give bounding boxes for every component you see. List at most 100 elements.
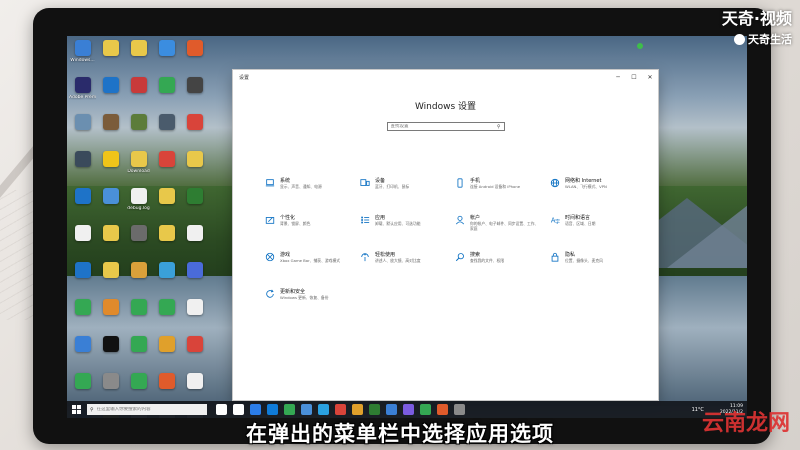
- desktop-icon[interactable]: [181, 151, 208, 188]
- settings-category-phone[interactable]: 手机 连接 Android 设备和 iPhone: [455, 178, 550, 215]
- desktop-icon[interactable]: [69, 262, 96, 299]
- taskbar-app-icon[interactable]: [386, 404, 397, 415]
- desktop-icon[interactable]: [181, 114, 208, 151]
- app-icon: [102, 336, 119, 352]
- settings-category-update[interactable]: 更新和安全 Windows 更新、恢复、备份: [265, 289, 360, 326]
- desktop-icon[interactable]: [69, 114, 96, 151]
- desktop-icon[interactable]: [69, 225, 96, 262]
- taskbar-app-icon[interactable]: [301, 404, 312, 415]
- desktop-icon[interactable]: [69, 151, 96, 188]
- desktop-icon[interactable]: [97, 114, 124, 151]
- desktop-icon[interactable]: [153, 225, 180, 262]
- taskbar-search-input[interactable]: [96, 407, 197, 412]
- desktop-icon[interactable]: [181, 299, 208, 336]
- desktop-icon[interactable]: [69, 188, 96, 225]
- app-icon: [130, 77, 147, 93]
- desktop-icon[interactable]: [125, 336, 152, 373]
- desktop-icon[interactable]: Adobe Premie...: [69, 77, 96, 114]
- settings-category-paintbrush[interactable]: 个性化 背景、锁屏、颜色: [265, 215, 360, 252]
- settings-category-search[interactable]: 搜索 查找我的文件、权限: [455, 252, 550, 289]
- app-icon: [186, 373, 203, 389]
- settings-category-globe[interactable]: 网络和 Internet WLAN、飞行模式、VPN: [550, 178, 645, 215]
- app-icon: [102, 77, 119, 93]
- settings-search-box[interactable]: ⚲: [386, 122, 505, 131]
- taskbar-app-icon[interactable]: [335, 404, 346, 415]
- taskbar-app-icon[interactable]: [250, 404, 261, 415]
- desktop-icon[interactable]: [153, 262, 180, 299]
- app-icon: [130, 299, 147, 315]
- desktop-icon[interactable]: [97, 40, 124, 77]
- desktop-icon[interactable]: [125, 299, 152, 336]
- taskbar-app-icon[interactable]: [233, 404, 244, 415]
- desktop-icon[interactable]: debug.log: [125, 188, 152, 225]
- window-title: 设置: [239, 74, 250, 81]
- desktop-icon[interactable]: [125, 225, 152, 262]
- desktop-icon[interactable]: [125, 114, 152, 151]
- desktop-icon[interactable]: [97, 77, 124, 114]
- settings-category-apps-list[interactable]: 应用 卸载、默认应用、可选功能: [360, 215, 455, 252]
- maximize-button[interactable]: ☐: [626, 70, 642, 84]
- desktop-icon[interactable]: Windows...: [69, 40, 96, 77]
- taskbar-app-icon[interactable]: [284, 404, 295, 415]
- desktop-icon[interactable]: [153, 40, 180, 77]
- taskbar-app-icon[interactable]: [437, 404, 448, 415]
- desktop-icon[interactable]: [97, 336, 124, 373]
- desktop-icon[interactable]: [153, 151, 180, 188]
- settings-category-person[interactable]: 帐户 你的帐户、电子邮件、同步设置、工作、家庭: [455, 215, 550, 252]
- desktop-icon[interactable]: Download: [125, 151, 152, 188]
- app-icon: [186, 114, 203, 130]
- minimize-button[interactable]: ─: [610, 70, 626, 84]
- devices-icon: [360, 178, 370, 188]
- desktop-icon[interactable]: [153, 77, 180, 114]
- app-icon: [102, 225, 119, 241]
- settings-category-laptop[interactable]: 系统 显示、声音、通知、电源: [265, 178, 360, 215]
- desktop-icon[interactable]: [97, 262, 124, 299]
- settings-category-devices[interactable]: 设备 蓝牙、打印机、鼠标: [360, 178, 455, 215]
- taskbar-search[interactable]: ⚲: [87, 404, 207, 415]
- category-description: Xbox Game Bar、捕获、游戏模式: [280, 258, 341, 263]
- taskbar-app-icon[interactable]: [267, 404, 278, 415]
- taskbar-app-icon[interactable]: [420, 404, 431, 415]
- close-button[interactable]: ✕: [642, 70, 658, 84]
- desktop-icon[interactable]: [153, 336, 180, 373]
- desktop-icon[interactable]: [181, 188, 208, 225]
- desktop-icon[interactable]: [125, 77, 152, 114]
- desktop-icon[interactable]: [181, 336, 208, 373]
- taskbar-app-icon[interactable]: [352, 404, 363, 415]
- settings-category-xbox[interactable]: 游戏 Xbox Game Bar、捕获、游戏模式: [265, 252, 360, 289]
- desktop-icon[interactable]: [181, 225, 208, 262]
- desktop-icon-label: Adobe Premie...: [69, 95, 96, 100]
- ease-of-access-icon: [360, 252, 370, 262]
- desktop-icon[interactable]: [97, 151, 124, 188]
- desktop-icon[interactable]: [181, 77, 208, 114]
- desktop-icon[interactable]: [125, 40, 152, 77]
- app-icon: [186, 262, 203, 278]
- app-icon: [130, 373, 147, 389]
- desktop-icon[interactable]: [97, 299, 124, 336]
- start-button[interactable]: [70, 403, 83, 416]
- desktop-icon[interactable]: [69, 299, 96, 336]
- settings-search-input[interactable]: [390, 124, 491, 129]
- desktop-icon[interactable]: [181, 40, 208, 77]
- settings-category-time-language[interactable]: A 字时间和语言 语音、区域、日期: [550, 215, 645, 252]
- taskbar-app-icon[interactable]: [216, 404, 227, 415]
- video-brand-logo: 天奇·视频 天奇生活: [722, 5, 792, 47]
- taskbar-app-icon[interactable]: [369, 404, 380, 415]
- category-description: 查找我的文件、权限: [470, 258, 505, 263]
- app-icon: [74, 336, 91, 352]
- taskbar-app-icon[interactable]: [403, 404, 414, 415]
- desktop-icon[interactable]: [125, 262, 152, 299]
- settings-category-ease-of-access[interactable]: 轻松使用 讲述人、放大镜、高对比度: [360, 252, 455, 289]
- desktop-icon[interactable]: [97, 188, 124, 225]
- settings-category-lock[interactable]: 隐私 位置、摄像头、麦克风: [550, 252, 645, 289]
- desktop-icon[interactable]: [97, 225, 124, 262]
- desktop-icon[interactable]: [153, 188, 180, 225]
- desktop-icon[interactable]: [153, 114, 180, 151]
- app-icon: [158, 151, 175, 167]
- taskbar-app-icon[interactable]: [318, 404, 329, 415]
- desktop-icon[interactable]: [69, 336, 96, 373]
- lock-icon: [550, 252, 560, 262]
- taskbar-app-icon[interactable]: [454, 404, 465, 415]
- desktop-icon[interactable]: [153, 299, 180, 336]
- desktop-icon[interactable]: [181, 262, 208, 299]
